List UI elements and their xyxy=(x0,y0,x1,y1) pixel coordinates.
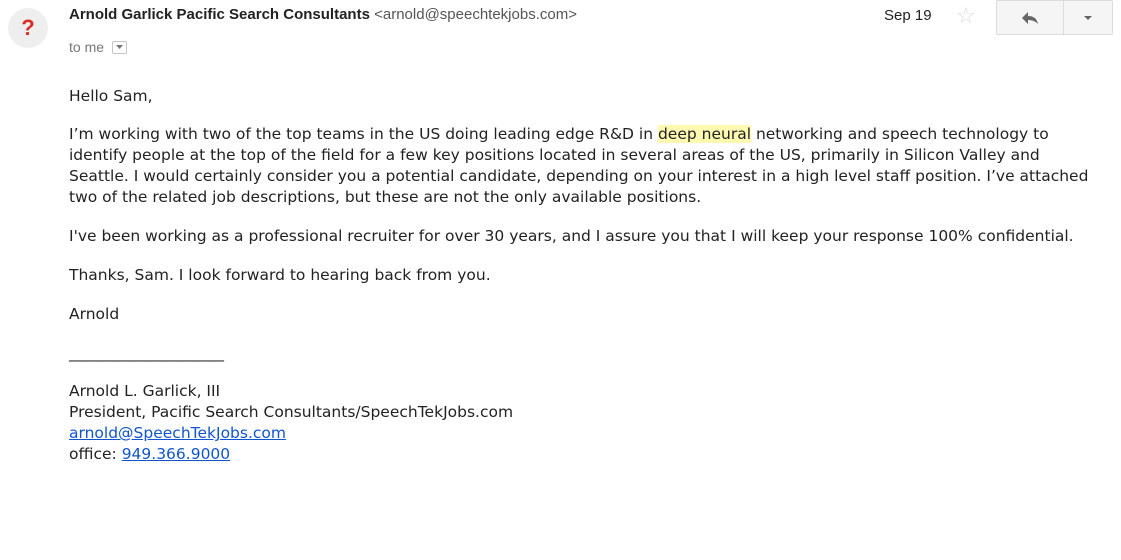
star-icon[interactable]: ☆ xyxy=(956,3,976,29)
sender-avatar: ? xyxy=(8,8,48,48)
reply-arrow-icon xyxy=(1022,11,1038,24)
recipient-label: to me xyxy=(69,39,105,55)
body-paragraph: Thanks, Sam. I look forward to hearing b… xyxy=(69,266,491,284)
office-label: office: xyxy=(69,445,122,463)
signature-divider: ____________________ xyxy=(69,344,224,362)
more-actions-button[interactable] xyxy=(1063,0,1113,35)
message-header: Arnold Garlick Pacific Search Consultant… xyxy=(69,0,1121,35)
signature-title: President, Pacific Search Consultants/Sp… xyxy=(69,403,514,421)
recipient-line: to me xyxy=(69,39,128,55)
sender-name[interactable]: Arnold Garlick Pacific Search Consultant… xyxy=(69,6,370,23)
unknown-sender-icon: ? xyxy=(21,15,35,40)
body-paragraph: I’m working with two of the top teams in… xyxy=(69,124,1089,208)
signature-name: Arnold L. Garlick, III xyxy=(69,382,221,400)
dropdown-caret-icon xyxy=(1084,15,1092,20)
search-highlight: deep neural xyxy=(657,125,752,143)
signature-email-line: arnold@SpeechTekJobs.com xyxy=(69,423,1089,444)
sender-email: <arnold@speechtekjobs.com> xyxy=(374,6,577,23)
reply-button[interactable] xyxy=(996,0,1064,35)
signature-office-line: office: 949.366.9000 xyxy=(69,444,1089,465)
message-body: Hello Sam, I’m working with two of the t… xyxy=(69,86,1089,465)
paragraph-text: I’m working with two of the top teams in… xyxy=(69,125,658,143)
office-phone-link[interactable]: 949.366.9000 xyxy=(122,445,230,463)
signoff: Arnold xyxy=(69,305,120,323)
details-caret-icon xyxy=(116,45,124,49)
signature: Arnold L. Garlick, III President, Pacifi… xyxy=(69,381,1089,465)
message-date: Sep 19 xyxy=(884,7,932,24)
show-details-button[interactable] xyxy=(112,40,128,54)
greeting: Hello Sam, xyxy=(69,87,153,105)
sender-line: Arnold Garlick Pacific Search Consultant… xyxy=(69,6,577,23)
signature-email-link[interactable]: arnold@SpeechTekJobs.com xyxy=(69,424,286,442)
body-paragraph: I've been working as a professional recr… xyxy=(69,227,1074,245)
